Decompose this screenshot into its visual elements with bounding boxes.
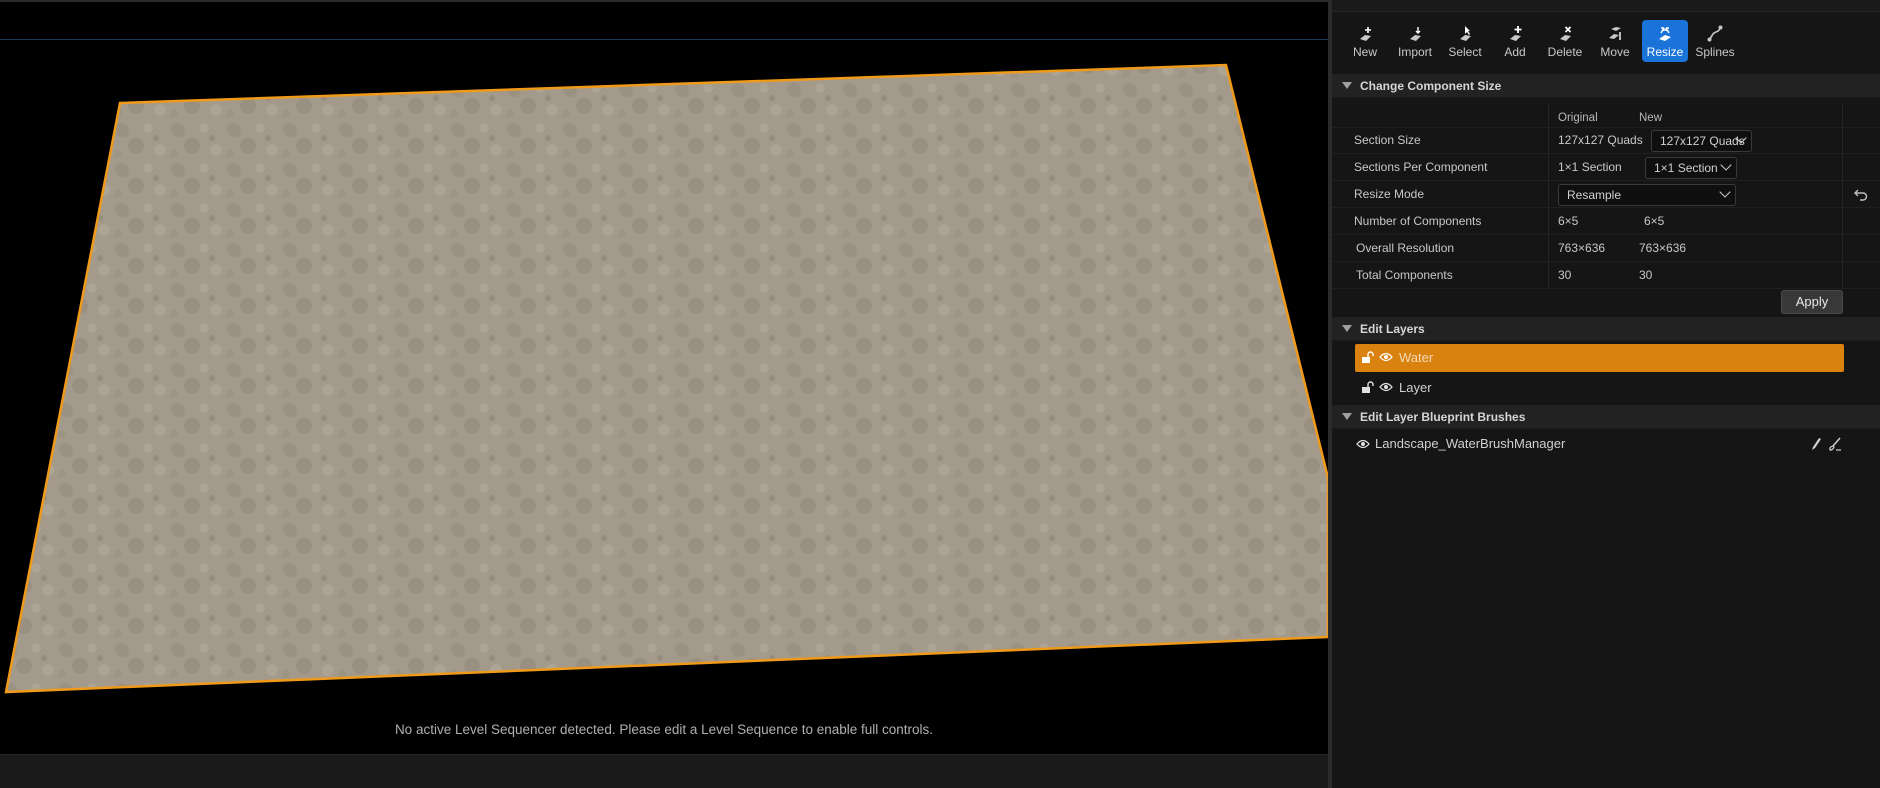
add-icon	[1510, 26, 1522, 41]
level-viewport[interactable]: No active Level Sequencer detected. Plea…	[0, 0, 1328, 788]
splines-icon	[1707, 25, 1723, 42]
tool-add-button[interactable]: Add	[1492, 20, 1538, 62]
column-divider	[1548, 181, 1549, 208]
unlock-icon[interactable]	[1361, 381, 1374, 394]
tool-label: Select	[1448, 45, 1482, 59]
import-icon	[1410, 27, 1421, 41]
column-divider	[1548, 208, 1549, 235]
total-components-row: Total Components 30 30	[1332, 262, 1880, 289]
tool-splines-button[interactable]: Splines	[1692, 20, 1738, 62]
tool-move-button[interactable]: Move	[1592, 20, 1638, 62]
column-divider	[1842, 235, 1843, 262]
landscape-toolbar: New Import Select Add Delete Move Resize…	[1342, 20, 1738, 62]
layer-name: Water	[1399, 350, 1434, 365]
sections-per-component-row: Sections Per Component 1×1 Section 1×1 S…	[1332, 154, 1880, 181]
brush-paint-icon[interactable]	[1828, 437, 1842, 451]
eye-icon[interactable]	[1379, 352, 1393, 362]
sections-per-component-dropdown[interactable]: 1×1 Section	[1645, 157, 1737, 179]
tool-label: Resize	[1646, 45, 1684, 59]
layer-row-water[interactable]: Water	[1355, 344, 1844, 372]
brush-row-water-manager[interactable]: Landscape_WaterBrushManager	[1332, 430, 1880, 458]
delete-icon	[1560, 26, 1572, 41]
column-divider	[1842, 208, 1843, 235]
change-component-size-header[interactable]: Change Component Size	[1332, 74, 1880, 98]
tool-label: Add	[1504, 45, 1526, 59]
number-of-components-new: 6×5	[1644, 214, 1665, 228]
collapse-triangle-icon	[1342, 413, 1352, 420]
overall-resolution-original: 763×636	[1558, 241, 1606, 255]
resize-mode-value: Resample	[1567, 188, 1622, 202]
tool-label: Import	[1397, 45, 1432, 59]
editor-window: No active Level Sequencer detected. Plea…	[0, 0, 1880, 788]
move-icon	[1609, 27, 1621, 40]
layer-row-layer[interactable]: Layer	[1355, 374, 1844, 402]
eye-icon[interactable]	[1379, 382, 1393, 392]
blueprint-brushes-header[interactable]: Edit Layer Blueprint Brushes	[1332, 405, 1880, 429]
overall-resolution-label: Overall Resolution	[1356, 241, 1455, 255]
total-components-original: 30	[1558, 268, 1572, 282]
sections-per-component-original: 1×1 Section	[1558, 160, 1622, 174]
sections-per-component-label: Sections Per Component	[1354, 160, 1488, 174]
column-divider	[1842, 154, 1843, 181]
landscape-mode-panel: New Import Select Add Delete Move Resize…	[1332, 0, 1880, 788]
tool-select-button[interactable]: Select	[1442, 20, 1488, 62]
eye-icon[interactable]	[1356, 439, 1370, 449]
column-divider	[1842, 262, 1843, 289]
total-components-new: 30	[1639, 268, 1653, 282]
collapse-triangle-icon	[1342, 82, 1352, 89]
column-divider	[1548, 104, 1549, 128]
column-divider	[1548, 262, 1549, 289]
tool-new-button[interactable]: New	[1342, 20, 1388, 62]
section-title: Change Component Size	[1360, 78, 1502, 93]
number-of-components-label: Number of Components	[1354, 214, 1482, 228]
new-icon	[1360, 27, 1371, 41]
section-title: Edit Layer Blueprint Brushes	[1360, 409, 1526, 424]
total-components-label: Total Components	[1356, 268, 1453, 282]
collapse-triangle-icon	[1342, 325, 1352, 332]
tool-resize-button[interactable]: Resize	[1642, 20, 1688, 62]
column-header-row: Original New	[1332, 104, 1880, 128]
tool-label: Splines	[1695, 45, 1735, 59]
select-icon	[1460, 26, 1471, 41]
column-divider	[1842, 104, 1843, 128]
resize-mode-dropdown[interactable]: Resample	[1558, 184, 1736, 206]
landscape-mesh[interactable]	[0, 0, 1328, 788]
section-size-dropdown[interactable]: 127x127 Quads	[1651, 130, 1752, 152]
apply-button[interactable]: Apply	[1781, 290, 1843, 314]
tool-delete-button[interactable]: Delete	[1542, 20, 1588, 62]
brush-name: Landscape_WaterBrushManager	[1375, 436, 1566, 451]
section-title: Edit Layers	[1360, 321, 1425, 336]
brush-edit-icon[interactable]	[1810, 437, 1822, 451]
section-size-row: Section Size 127x127 Quads 127x127 Quads	[1332, 127, 1880, 154]
section-size-original: 127x127 Quads	[1558, 133, 1643, 147]
overall-resolution-row: Overall Resolution 763×636 763×636	[1332, 235, 1880, 262]
panel-top-strip	[1332, 0, 1880, 12]
column-divider	[1548, 235, 1549, 262]
resize-mode-row: Resize Mode Resample	[1332, 181, 1880, 208]
column-divider	[1548, 127, 1549, 154]
sequencer-message: No active Level Sequencer detected. Plea…	[394, 722, 934, 737]
tool-label: Delete	[1547, 45, 1583, 59]
resize-mode-label: Resize Mode	[1354, 187, 1425, 201]
column-divider	[1548, 154, 1549, 181]
landscape-surface[interactable]	[4, 63, 1328, 694]
number-of-components-original: 6×5	[1558, 214, 1579, 228]
column-divider	[1842, 127, 1843, 154]
edit-layers-header[interactable]: Edit Layers	[1332, 317, 1880, 341]
unlock-icon[interactable]	[1361, 351, 1374, 364]
tool-label: New	[1352, 45, 1377, 59]
layer-name: Layer	[1399, 380, 1432, 395]
tool-label: Move	[1600, 45, 1630, 59]
reset-to-default-icon[interactable]	[1854, 189, 1868, 201]
section-size-label: Section Size	[1354, 133, 1421, 147]
number-of-components-row: Number of Components 6×5 6×5	[1332, 208, 1880, 235]
viewport-bottom-bar	[0, 754, 1328, 788]
tool-import-button[interactable]: Import	[1392, 20, 1438, 62]
resize-icon	[1659, 27, 1671, 41]
overall-resolution-new: 763×636	[1639, 241, 1687, 255]
column-divider	[1842, 181, 1843, 208]
